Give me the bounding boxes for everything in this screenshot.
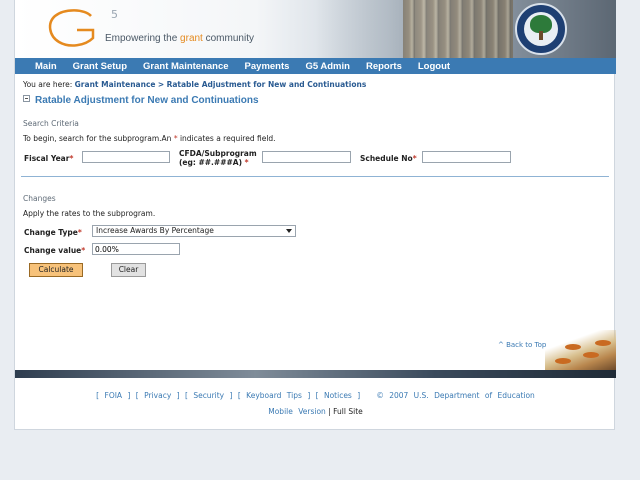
seal-trunk — [539, 31, 543, 40]
change-type-label-text: Change Type — [24, 228, 78, 237]
breadcrumb-parent-link[interactable]: Grant Maintenance — [75, 80, 156, 89]
footer-security-link[interactable]: Security — [193, 391, 224, 400]
deco-disc — [583, 352, 599, 358]
fiscal-year-label: Fiscal Year* — [24, 154, 73, 163]
tagline-pre: Empowering the — [105, 33, 181, 44]
header-banner: 5 Empowering the grant community — [15, 0, 616, 58]
deco-disc — [565, 344, 581, 350]
main-nav: Main Grant Setup Grant Maintenance Payme… — [15, 58, 616, 74]
footer-site-switch: Mobile Version | Full Site — [15, 407, 616, 416]
breadcrumb-current: Ratable Adjustment for New and Continuat… — [166, 80, 367, 89]
search-criteria-heading: Search Criteria — [23, 119, 79, 128]
mobile-version-link[interactable]: Mobile Version — [268, 407, 326, 416]
bracket: [ — [237, 391, 241, 400]
tagline-highlight: grant — [180, 33, 203, 44]
cfda-label-line2: (eg: ##.###A) — [179, 158, 242, 167]
bracket: [ — [184, 391, 188, 400]
bracket: [ — [135, 391, 139, 400]
collapse-toggle-icon[interactable] — [23, 95, 30, 102]
footer-keyboard-tips-link[interactable]: Keyboard Tips — [246, 391, 302, 400]
schedule-no-input[interactable] — [422, 151, 511, 163]
clear-button[interactable]: Clear — [111, 263, 146, 277]
breadcrumb: You are here: Grant Maintenance > Ratabl… — [23, 80, 366, 89]
tagline: Empowering the grant community — [105, 33, 254, 44]
site-switch-divider: | — [328, 407, 331, 416]
required-marker: * — [173, 134, 178, 143]
schedule-no-label-text: Schedule No — [360, 154, 413, 163]
page-title: Ratable Adjustment for New and Continuat… — [23, 95, 259, 106]
decorative-corner-image — [545, 330, 616, 370]
bracket: ] — [127, 391, 131, 400]
bracket: ] — [357, 391, 361, 400]
breadcrumb-prefix: You are here: — [23, 80, 73, 89]
search-help-end: indicates a required field. — [179, 134, 276, 143]
cfda-required: * — [244, 158, 249, 167]
footer-bar — [15, 370, 616, 378]
footer-copyright: © 2007 U.S. Department of Education — [376, 391, 535, 400]
nav-main[interactable]: Main — [35, 61, 57, 72]
bracket: ] — [229, 391, 233, 400]
footer-links: [ FOIA ] [ Privacy ] [ Security ] [ Keyb… — [15, 391, 616, 400]
page-container: 5 Empowering the grant community Main Gr… — [14, 0, 616, 430]
change-value-required: * — [81, 246, 86, 255]
change-value-label: Change value* — [24, 246, 85, 255]
fiscal-year-label-text: Fiscal Year — [24, 154, 70, 163]
g5-logo-icon — [48, 9, 95, 47]
change-type-required: * — [77, 228, 82, 237]
cfda-subprogram-input[interactable] — [262, 151, 351, 163]
breadcrumb-separator: > — [157, 80, 165, 89]
nav-g5-admin[interactable]: G5 Admin — [305, 61, 350, 72]
nav-grant-setup[interactable]: Grant Setup — [73, 61, 127, 72]
page-title-text: Ratable Adjustment for New and Continuat… — [35, 95, 259, 106]
deco-disc — [595, 340, 611, 346]
changes-heading: Changes — [23, 194, 56, 203]
calculate-button[interactable]: Calculate — [29, 263, 83, 277]
cfda-label: CFDA/Subprogram (eg: ##.###A) * — [179, 149, 257, 167]
change-type-selected: Increase Awards By Percentage — [96, 226, 214, 235]
department-seal-icon — [515, 3, 567, 55]
logo-superscript: 5 — [111, 8, 118, 21]
search-help-start: To begin, search for the subprogram.An — [23, 134, 172, 143]
bracket: ] — [176, 391, 180, 400]
nav-payments[interactable]: Payments — [245, 61, 290, 72]
changes-help-text: Apply the rates to the subprogram. — [23, 209, 156, 218]
bracket: [ — [96, 391, 100, 400]
back-to-top-link[interactable]: ^ Back to Top — [498, 341, 546, 349]
change-value-input[interactable] — [92, 243, 180, 255]
footer-privacy-link[interactable]: Privacy — [144, 391, 171, 400]
schedule-no-required: * — [412, 154, 417, 163]
change-type-label: Change Type* — [24, 228, 82, 237]
footer-foia-link[interactable]: FOIA — [105, 391, 123, 400]
nav-reports[interactable]: Reports — [366, 61, 402, 72]
search-help-text: To begin, search for the subprogram.An *… — [23, 134, 276, 143]
schedule-no-label: Schedule No* — [360, 154, 417, 163]
banner-hall-image — [315, 0, 415, 58]
chevron-down-icon — [286, 229, 292, 233]
cfda-label-line1: CFDA/Subprogram — [179, 149, 257, 158]
tagline-post: community — [202, 33, 254, 44]
section-divider — [21, 176, 609, 177]
deco-disc — [555, 358, 571, 364]
bracket: [ — [315, 391, 319, 400]
banner-library-image — [403, 0, 513, 58]
change-type-select[interactable]: Increase Awards By Percentage — [92, 225, 296, 237]
nav-grant-maintenance[interactable]: Grant Maintenance — [143, 61, 229, 72]
footer-notices-link[interactable]: Notices — [324, 391, 352, 400]
fiscal-year-required: * — [69, 154, 74, 163]
change-value-label-text: Change value — [24, 246, 82, 255]
fiscal-year-input[interactable] — [82, 151, 170, 163]
full-site-label: Full Site — [333, 407, 363, 416]
nav-logout[interactable]: Logout — [418, 61, 450, 72]
bracket: ] — [307, 391, 311, 400]
